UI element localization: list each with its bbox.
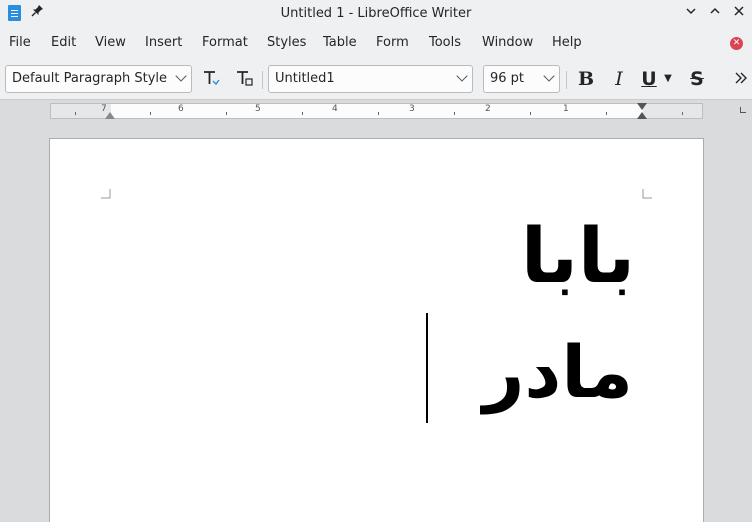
menu-insert[interactable]: Insert (145, 35, 182, 50)
new-style-icon (237, 71, 253, 86)
menu-form[interactable]: Form (376, 35, 409, 50)
ruler-number: 6 (178, 104, 184, 114)
menu-bar: File Edit View Insert Format Styles Tabl… (0, 27, 752, 59)
ruler-tick (302, 112, 303, 115)
document-page[interactable]: بابا مادر (49, 138, 704, 522)
ruler-tick (75, 112, 76, 115)
text-cursor (426, 313, 428, 423)
new-style-button[interactable] (232, 68, 256, 92)
toolbar-separator (262, 71, 263, 89)
first-line-indent-marker[interactable] (637, 103, 647, 110)
close-icon: ✕ (732, 38, 741, 48)
menu-view[interactable]: View (95, 35, 126, 50)
close-document-button[interactable]: ✕ (730, 37, 743, 50)
menu-window[interactable]: Window (482, 35, 533, 50)
ruler-tick (150, 112, 151, 115)
triangle-down-icon: ▼ (664, 73, 672, 84)
underline-dropdown[interactable]: ▼ (661, 68, 675, 92)
paragraph-style-value: Default Paragraph Style (12, 71, 168, 86)
ruler-number: 2 (485, 104, 491, 114)
maximize-button[interactable] (706, 4, 724, 22)
ruler-number: 4 (332, 104, 338, 114)
chevron-down-icon[interactable] (543, 70, 555, 82)
chevron-down-icon[interactable] (456, 70, 468, 82)
menu-format[interactable]: Format (202, 35, 248, 50)
double-chevron-right-icon (735, 72, 747, 84)
bold-button[interactable]: B (574, 68, 598, 92)
menu-edit[interactable]: Edit (51, 35, 76, 50)
ruler-tick (682, 112, 683, 115)
chevron-down-icon[interactable] (175, 70, 187, 82)
menu-tools[interactable]: Tools (429, 35, 461, 50)
ruler-tick (454, 112, 455, 115)
ruler-tick (378, 112, 379, 115)
minimize-button[interactable] (682, 4, 700, 22)
ruler-tick (530, 112, 531, 115)
menu-help[interactable]: Help (552, 35, 582, 50)
font-name-select[interactable]: Untitled1 (268, 65, 473, 93)
font-size-select[interactable]: 96 pt (483, 65, 560, 93)
ruler-margin-right (643, 104, 702, 118)
menu-styles[interactable]: Styles (267, 35, 306, 50)
right-indent-marker[interactable] (637, 112, 647, 119)
title-bar: Untitled 1 - LibreOffice Writer (0, 0, 752, 27)
font-name-value: Untitled1 (275, 71, 335, 86)
strikethrough-button[interactable]: S (685, 68, 709, 92)
update-style-icon (204, 71, 220, 86)
ruler-number: 1 (563, 104, 569, 114)
chevron-down-icon (686, 8, 696, 15)
document-line-1[interactable]: بابا (521, 211, 635, 301)
ruler-number: 3 (409, 104, 415, 114)
close-icon (734, 6, 744, 16)
ruler-tick (606, 112, 607, 115)
margin-corner-mark (101, 189, 111, 199)
horizontal-ruler[interactable]: 7 6 5 4 3 2 1 (50, 103, 703, 119)
chevron-up-icon (710, 7, 720, 14)
update-style-button[interactable] (199, 68, 223, 92)
toolbar-separator (566, 71, 567, 89)
margin-corner-mark (642, 189, 652, 199)
document-line-2[interactable]: مادر (483, 327, 633, 417)
paragraph-style-select[interactable]: Default Paragraph Style (5, 65, 192, 93)
italic-button[interactable]: I (607, 68, 631, 92)
left-indent-marker[interactable] (105, 112, 115, 119)
formatting-toolbar: Default Paragraph Style Untitled1 96 pt … (0, 59, 752, 100)
ruler-tick (226, 112, 227, 115)
tab-type-selector[interactable] (740, 107, 746, 113)
font-size-value: 96 pt (490, 71, 525, 86)
close-window-button[interactable] (730, 4, 748, 22)
window-title: Untitled 1 - LibreOffice Writer (280, 6, 472, 21)
menu-table[interactable]: Table (323, 35, 357, 50)
underline-button[interactable]: U (637, 68, 661, 92)
ruler-number: 5 (255, 104, 261, 114)
ruler-area: 7 6 5 4 3 2 1 (0, 100, 752, 122)
menu-file[interactable]: File (9, 35, 31, 50)
toolbar-overflow-button[interactable] (733, 68, 749, 92)
